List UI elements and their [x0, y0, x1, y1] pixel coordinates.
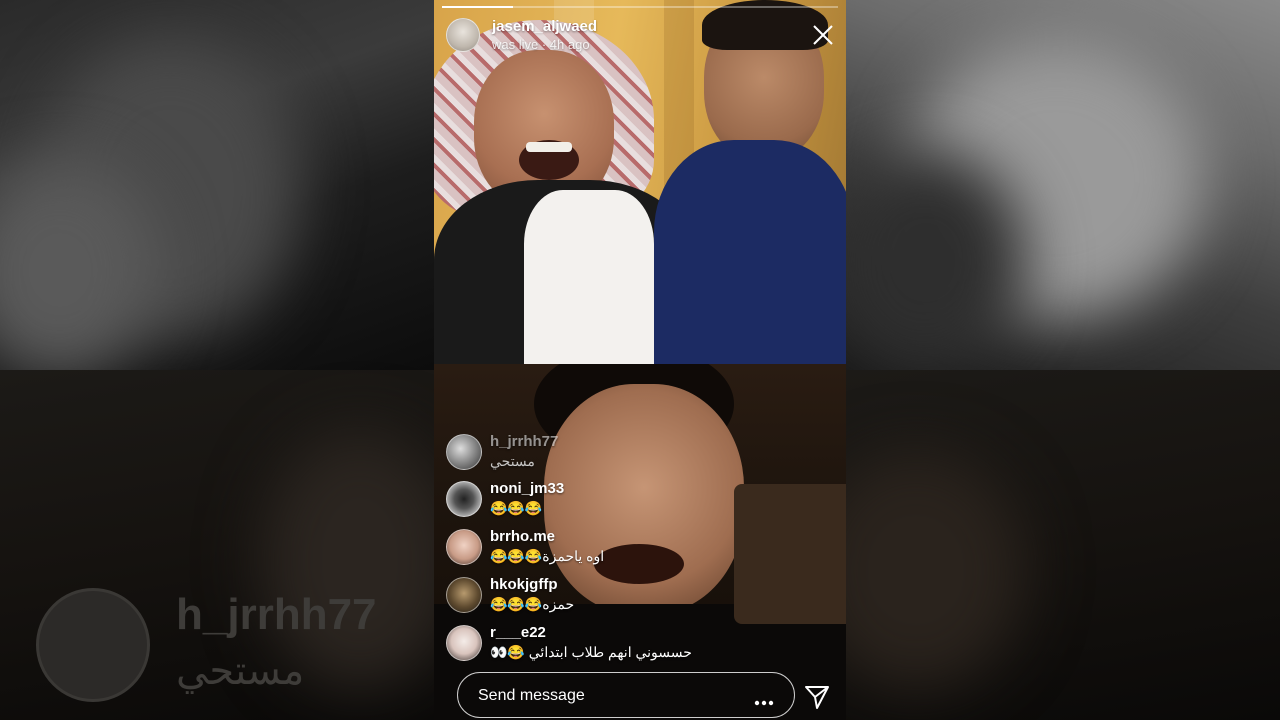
send-icon: [805, 686, 829, 709]
comment-item: noni_jm33 😂😂😂: [446, 480, 826, 525]
story-progress-bar: [442, 6, 838, 8]
backdrop-top-video: [0, 0, 434, 380]
comment-username[interactable]: hkokjgffp: [490, 576, 558, 593]
comment-username[interactable]: h_jrrhh77: [490, 433, 558, 450]
avatar[interactable]: [446, 481, 482, 517]
comment-text: اوه ياحمزة😂😂😂: [490, 548, 605, 564]
avatar[interactable]: [446, 434, 482, 470]
avatar[interactable]: [446, 625, 482, 661]
comment-username[interactable]: noni_jm33: [490, 480, 564, 497]
backdrop-bottom-video: [846, 370, 1280, 720]
comment-item: hkokjgffp حمزه😂😂😂: [446, 576, 826, 621]
close-icon: [813, 25, 833, 45]
more-options-button[interactable]: [754, 693, 774, 706]
backdrop-left: h_jrrhh77 مستحي: [0, 0, 434, 720]
ghost-username: h_jrrhh77: [176, 590, 377, 639]
live-viewer: jasem_aljwaed was live · 4h ago h_jrrhh7…: [434, 0, 846, 720]
send-button[interactable]: [804, 684, 830, 710]
comment-item: brrho.me اوه ياحمزة😂😂😂: [446, 528, 826, 573]
comment-username[interactable]: brrho.me: [490, 528, 555, 545]
host-username[interactable]: jasem_aljwaed: [492, 18, 597, 35]
comment-text: 😂😂😂: [490, 500, 543, 516]
comment-text: حمزه😂😂😂: [490, 596, 575, 612]
send-message-input[interactable]: Send message: [457, 672, 795, 718]
live-status: was live · 4h ago: [492, 37, 590, 52]
comment-item: r___e22 حسسوني انهم طلاب ابتدائي 😂👀: [446, 624, 826, 669]
avatar: [36, 588, 150, 702]
comment-text: حسسوني انهم طلاب ابتدائي 😂👀: [490, 644, 692, 660]
backdrop-right: [846, 0, 1280, 720]
comment-text: مستحي: [490, 453, 535, 469]
ghost-comment-text: مستحي: [176, 649, 305, 693]
avatar[interactable]: [446, 529, 482, 565]
close-button[interactable]: [812, 24, 834, 46]
host-video: [434, 0, 846, 364]
comment-username[interactable]: r___e22: [490, 624, 546, 641]
avatar[interactable]: [446, 577, 482, 613]
story-progress-fill: [442, 6, 514, 8]
host-avatar[interactable]: [446, 18, 480, 52]
backdrop-top-video: [846, 0, 1280, 370]
more-horizontal-icon: [754, 700, 774, 706]
comment-item: h_jrrhh77 مستحي: [446, 433, 826, 478]
send-message-placeholder: Send message: [478, 687, 585, 704]
